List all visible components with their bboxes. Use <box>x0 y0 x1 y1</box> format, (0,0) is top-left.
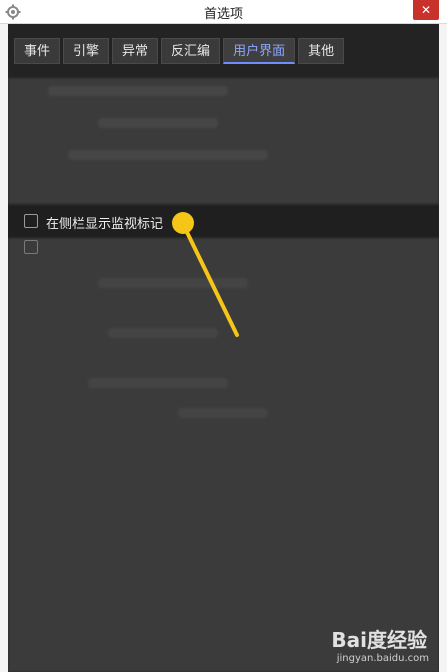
blurred-options-upper <box>8 78 439 204</box>
tab-engine[interactable]: 引擎 <box>63 38 110 64</box>
window-frame-right <box>439 24 447 672</box>
window-title: 首选项 <box>203 7 243 22</box>
close-icon: ✕ <box>420 3 432 17</box>
blurred-option-checkbox[interactable] <box>24 240 38 254</box>
close-button[interactable]: ✕ <box>413 0 439 20</box>
tab-user-interface[interactable]: 用户界面 <box>223 38 296 64</box>
tab-bar: 事件 引擎 异常 反汇编 用户界面 其他 <box>14 38 345 64</box>
tab-exceptions[interactable]: 异常 <box>112 38 159 64</box>
window-frame-left <box>0 24 8 672</box>
title-bar: 首选项 ✕ <box>0 0 447 24</box>
show-watch-markers-label: 在侧栏显示监视标记 <box>46 217 164 232</box>
preferences-window: 首选项 ✕ 事件 引擎 异常 反汇编 用户界面 其他 在侧栏显示监视标记 Bai… <box>0 0 447 672</box>
option-show-watch-markers[interactable]: 在侧栏显示监视标记 <box>8 206 439 238</box>
watermark-url: jingyan.baidu.com <box>336 653 429 664</box>
baidu-jingyan-watermark: Bai度经验 jingyan.baidu.com <box>323 624 433 664</box>
preferences-content: 事件 引擎 异常 反汇编 用户界面 其他 在侧栏显示监视标记 <box>8 24 439 672</box>
tab-events[interactable]: 事件 <box>14 38 61 64</box>
tab-other[interactable]: 其他 <box>298 38 345 64</box>
blurred-options-lower <box>8 238 439 672</box>
show-watch-markers-checkbox[interactable] <box>24 214 38 228</box>
watermark-logo: Bai度经验 <box>331 628 427 652</box>
tab-disassembly[interactable]: 反汇编 <box>161 38 221 64</box>
